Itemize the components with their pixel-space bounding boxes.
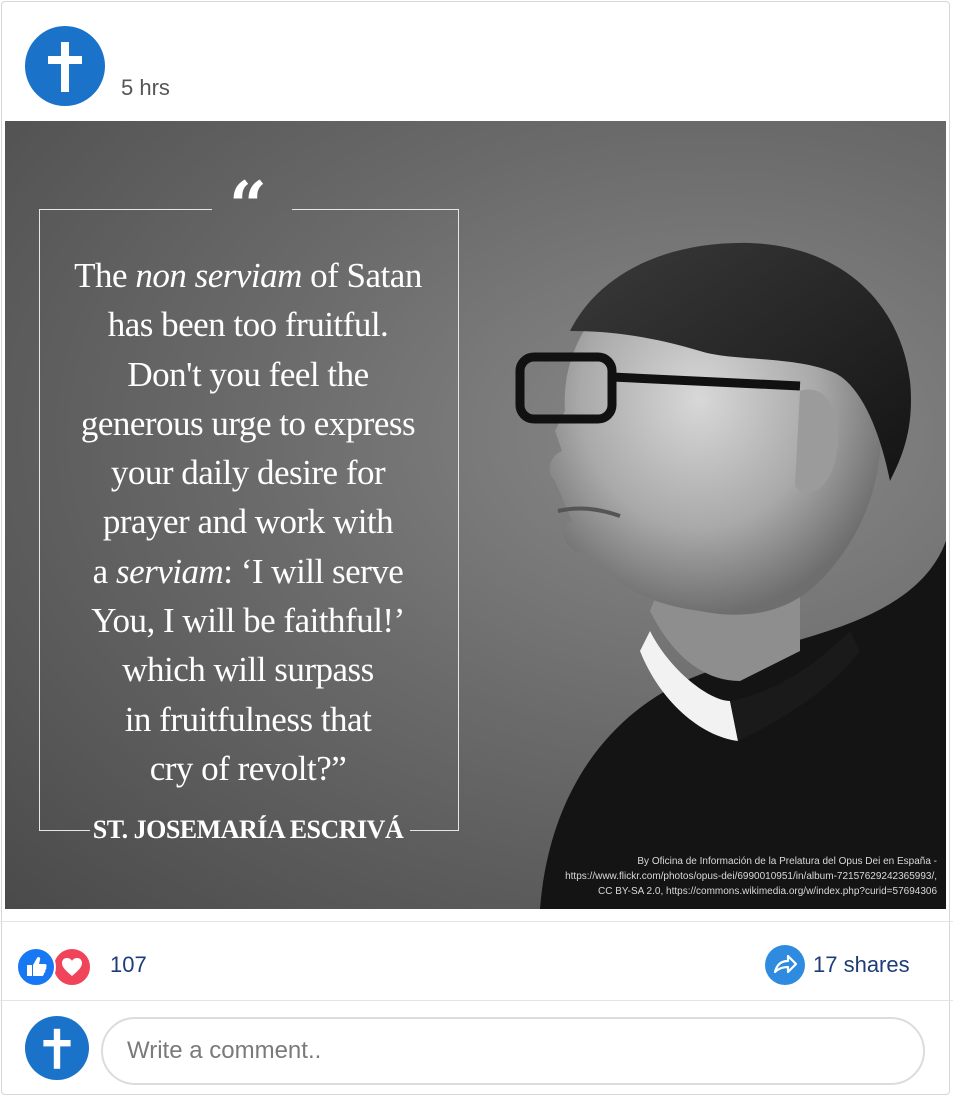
quote-author: ST. JOSEMARÍA ESCRIVÁ [92,815,404,844]
quote-text-fragment: cry of revolt?” [149,748,347,788]
credit-line: By Oficina de Información de la Prelatur… [637,856,937,867]
portrait-image [515,242,946,909]
quote-line: a serviam: ‘I will serve [39,547,457,596]
love-icon[interactable] [52,947,92,987]
quote-text-fragment: The [74,256,136,295]
quote-text-fragment: non serviam [135,256,302,295]
quote-text: The non serviam of Satan has been too fru… [39,251,457,793]
credit-line: CC BY-SA 2.0, https://commons.wikimedia.… [598,886,937,897]
commenter-avatar [25,1016,89,1080]
post-timestamp[interactable]: 5 hrs [121,75,170,101]
page-avatar[interactable] [25,26,105,106]
post-image[interactable]: “ The non serviam of Satan has been too f… [5,121,946,909]
quote-line: You, I will be faithful!’ [39,596,457,645]
quote-text-fragment: your daily desire for [110,453,386,493]
cross-icon [43,1028,71,1069]
cross-icon [48,42,82,92]
quote-text-fragment: generous urge to express [80,403,416,443]
quote-text-fragment: : ‘I will serve [223,551,404,591]
image-credit: By Oficina de Información de la Prelatur… [467,854,937,899]
share-icon[interactable] [765,945,805,985]
quote-text-fragment: You, I will be faithful!’ [91,601,405,641]
reaction-count[interactable]: 107 [110,952,147,978]
quote-line: has been too fruitful. [39,300,457,349]
quote-text-fragment: of Satan [301,256,422,295]
quote-line: Don't you feel the [39,350,457,399]
quote-text-fragment: Don't you feel the [127,354,369,394]
quote-line: in fruitfulness that [39,695,457,744]
shares-count[interactable]: 17 shares [813,952,910,978]
quote-text-fragment: a [92,551,116,591]
like-icon[interactable] [16,947,56,987]
comment-input[interactable] [101,1017,925,1085]
quote-text-fragment: has been too fruitful. [107,305,389,345]
quote-line: cry of revolt?” [39,744,457,793]
reactions-bar: 107 17 shares [0,921,953,1001]
quote-mark-icon: “ [229,167,267,245]
credit-line: https://www.flickr.com/photos/opus-dei/6… [565,871,937,882]
quote-line: generous urge to express [39,399,457,448]
quote-line: your daily desire for [39,448,457,497]
quote-text-fragment: serviam [115,551,224,591]
quote-line: prayer and work with [39,497,457,546]
quote-line: The non serviam of Satan [39,251,457,300]
quote-line: which will surpass [39,645,457,694]
quote-text-fragment: which will surpass [122,650,374,690]
quote-text-fragment: in fruitfulness that [124,699,372,739]
quote-text-fragment: prayer and work with [102,502,394,542]
